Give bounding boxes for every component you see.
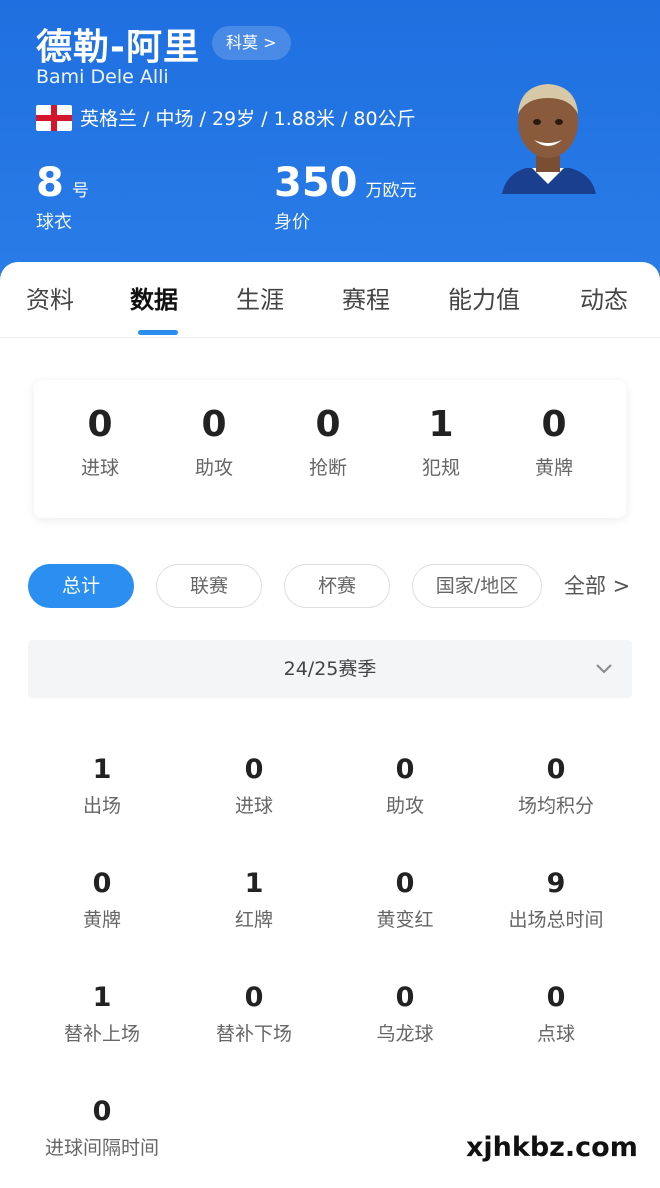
shirt-number-unit: 号 [71, 181, 89, 201]
tab-ability[interactable]: 能力值 [448, 280, 520, 315]
summary-label: 犯规 [421, 457, 460, 479]
player-header: 德勒-阿里 科莫 > Bami Dele Alli 英格兰 / 中场 / 29岁… [0, 0, 660, 290]
detail-stat: 9 出场总时间 [480, 868, 632, 932]
detail-stat: 0 替补下场 [178, 982, 330, 1046]
tab-career[interactable]: 生涯 [236, 280, 284, 315]
market-value-block: 350 万欧元 身价 [274, 160, 417, 234]
summary-item: 0 抢断 [278, 404, 378, 480]
filter-cup-chip[interactable]: 杯赛 [284, 564, 390, 608]
detail-label: 乌龙球 [376, 1023, 434, 1045]
detail-value: 0 [395, 754, 415, 785]
season-selector[interactable]: 24/25赛季 [28, 640, 632, 698]
detail-value: 1 [244, 868, 264, 899]
market-value-unit: 万欧元 [365, 181, 417, 201]
player-info-row: 英格兰 / 中场 / 29岁 / 1.88米 / 80公斤 [36, 104, 416, 131]
tab-profile[interactable]: 资料 [26, 280, 74, 315]
summary-value: 0 [87, 404, 113, 445]
detail-label: 替补下场 [215, 1023, 292, 1045]
summary-label: 助攻 [194, 457, 233, 479]
filter-national-chip[interactable]: 国家/地区 [412, 564, 542, 608]
detail-stat: 0 场均积分 [480, 754, 632, 818]
detail-value: 0 [546, 754, 566, 785]
filter-league-chip[interactable]: 联赛 [156, 564, 262, 608]
detail-value: 1 [92, 982, 112, 1013]
detail-label: 红牌 [234, 909, 273, 931]
shirt-caption: 球衣 [36, 212, 72, 233]
detail-value: 0 [546, 982, 566, 1013]
summary-value: 0 [541, 404, 567, 445]
detail-stat: 0 黄变红 [329, 868, 481, 932]
filter-total-chip[interactable]: 总计 [28, 564, 134, 608]
detail-value: 0 [244, 982, 264, 1013]
content-sheet: 资料 数据 生涯 赛程 能力值 动态 0 进球 0 助攻 0 抢断 1 犯规 0… [0, 262, 660, 1188]
tab-bar: 资料 数据 生涯 赛程 能力值 动态 [0, 262, 660, 338]
detail-value: 0 [244, 754, 264, 785]
shirt-number-block: 8号 球衣 [36, 160, 89, 234]
season-label: 24/25赛季 [283, 658, 377, 680]
detail-stat: 1 出场 [26, 754, 178, 818]
england-flag-icon [36, 104, 72, 131]
tab-news[interactable]: 动态 [580, 280, 628, 315]
summary-value: 1 [428, 404, 454, 445]
market-value: 350 [274, 160, 358, 206]
club-link-button[interactable]: 科莫 > [212, 26, 291, 60]
summary-item: 0 进球 [50, 404, 150, 480]
shirt-number: 8 [36, 160, 64, 206]
detail-label: 进球间隔时间 [44, 1137, 159, 1159]
filter-all-button[interactable]: 全部 > [564, 564, 630, 608]
summary-label: 黄牌 [534, 457, 573, 479]
summary-label: 进球 [80, 457, 119, 479]
detail-label: 场均积分 [517, 795, 594, 817]
detail-stat: 0 进球间隔时间 [26, 1096, 178, 1160]
player-avatar [502, 84, 596, 194]
tab-stats[interactable]: 数据 [130, 280, 178, 315]
detail-label: 替补上场 [63, 1023, 140, 1045]
detail-stat: 0 助攻 [329, 754, 481, 818]
detail-label: 点球 [536, 1023, 575, 1045]
detail-stat: 0 黄牌 [26, 868, 178, 932]
summary-item: 0 黄牌 [504, 404, 604, 480]
detail-label: 出场 [82, 795, 121, 817]
player-info-text: 英格兰 / 中场 / 29岁 / 1.88米 / 80公斤 [80, 108, 416, 130]
detail-label: 黄变红 [376, 909, 434, 931]
detail-value: 0 [395, 868, 415, 899]
detail-label: 黄牌 [82, 909, 121, 931]
active-tab-indicator [138, 330, 178, 335]
detail-stat: 0 进球 [178, 754, 330, 818]
summary-item: 1 犯规 [391, 404, 491, 480]
player-name: 德勒-阿里 [36, 27, 200, 68]
detail-label: 助攻 [385, 795, 424, 817]
summary-item: 0 助攻 [164, 404, 264, 480]
chevron-down-icon [596, 664, 612, 674]
tab-schedule[interactable]: 赛程 [342, 280, 390, 315]
summary-label: 抢断 [308, 457, 347, 479]
detail-stat: 1 红牌 [178, 868, 330, 932]
detail-value: 9 [546, 868, 566, 899]
summary-card: 0 进球 0 助攻 0 抢断 1 犯规 0 黄牌 [34, 380, 626, 518]
player-english-name: Bami Dele Alli [36, 66, 169, 88]
market-value-caption: 身价 [274, 212, 310, 233]
detail-value: 1 [92, 754, 112, 785]
detail-stat: 1 替补上场 [26, 982, 178, 1046]
detail-label: 进球 [234, 795, 273, 817]
detail-value: 0 [92, 1096, 112, 1127]
detail-value: 0 [395, 982, 415, 1013]
summary-value: 0 [315, 404, 341, 445]
detail-label: 出场总时间 [508, 909, 604, 931]
detail-stat: 0 点球 [480, 982, 632, 1046]
watermark: xjhkbz.com [466, 1132, 638, 1163]
detail-value: 0 [92, 868, 112, 899]
detail-stat: 0 乌龙球 [329, 982, 481, 1046]
summary-value: 0 [201, 404, 227, 445]
